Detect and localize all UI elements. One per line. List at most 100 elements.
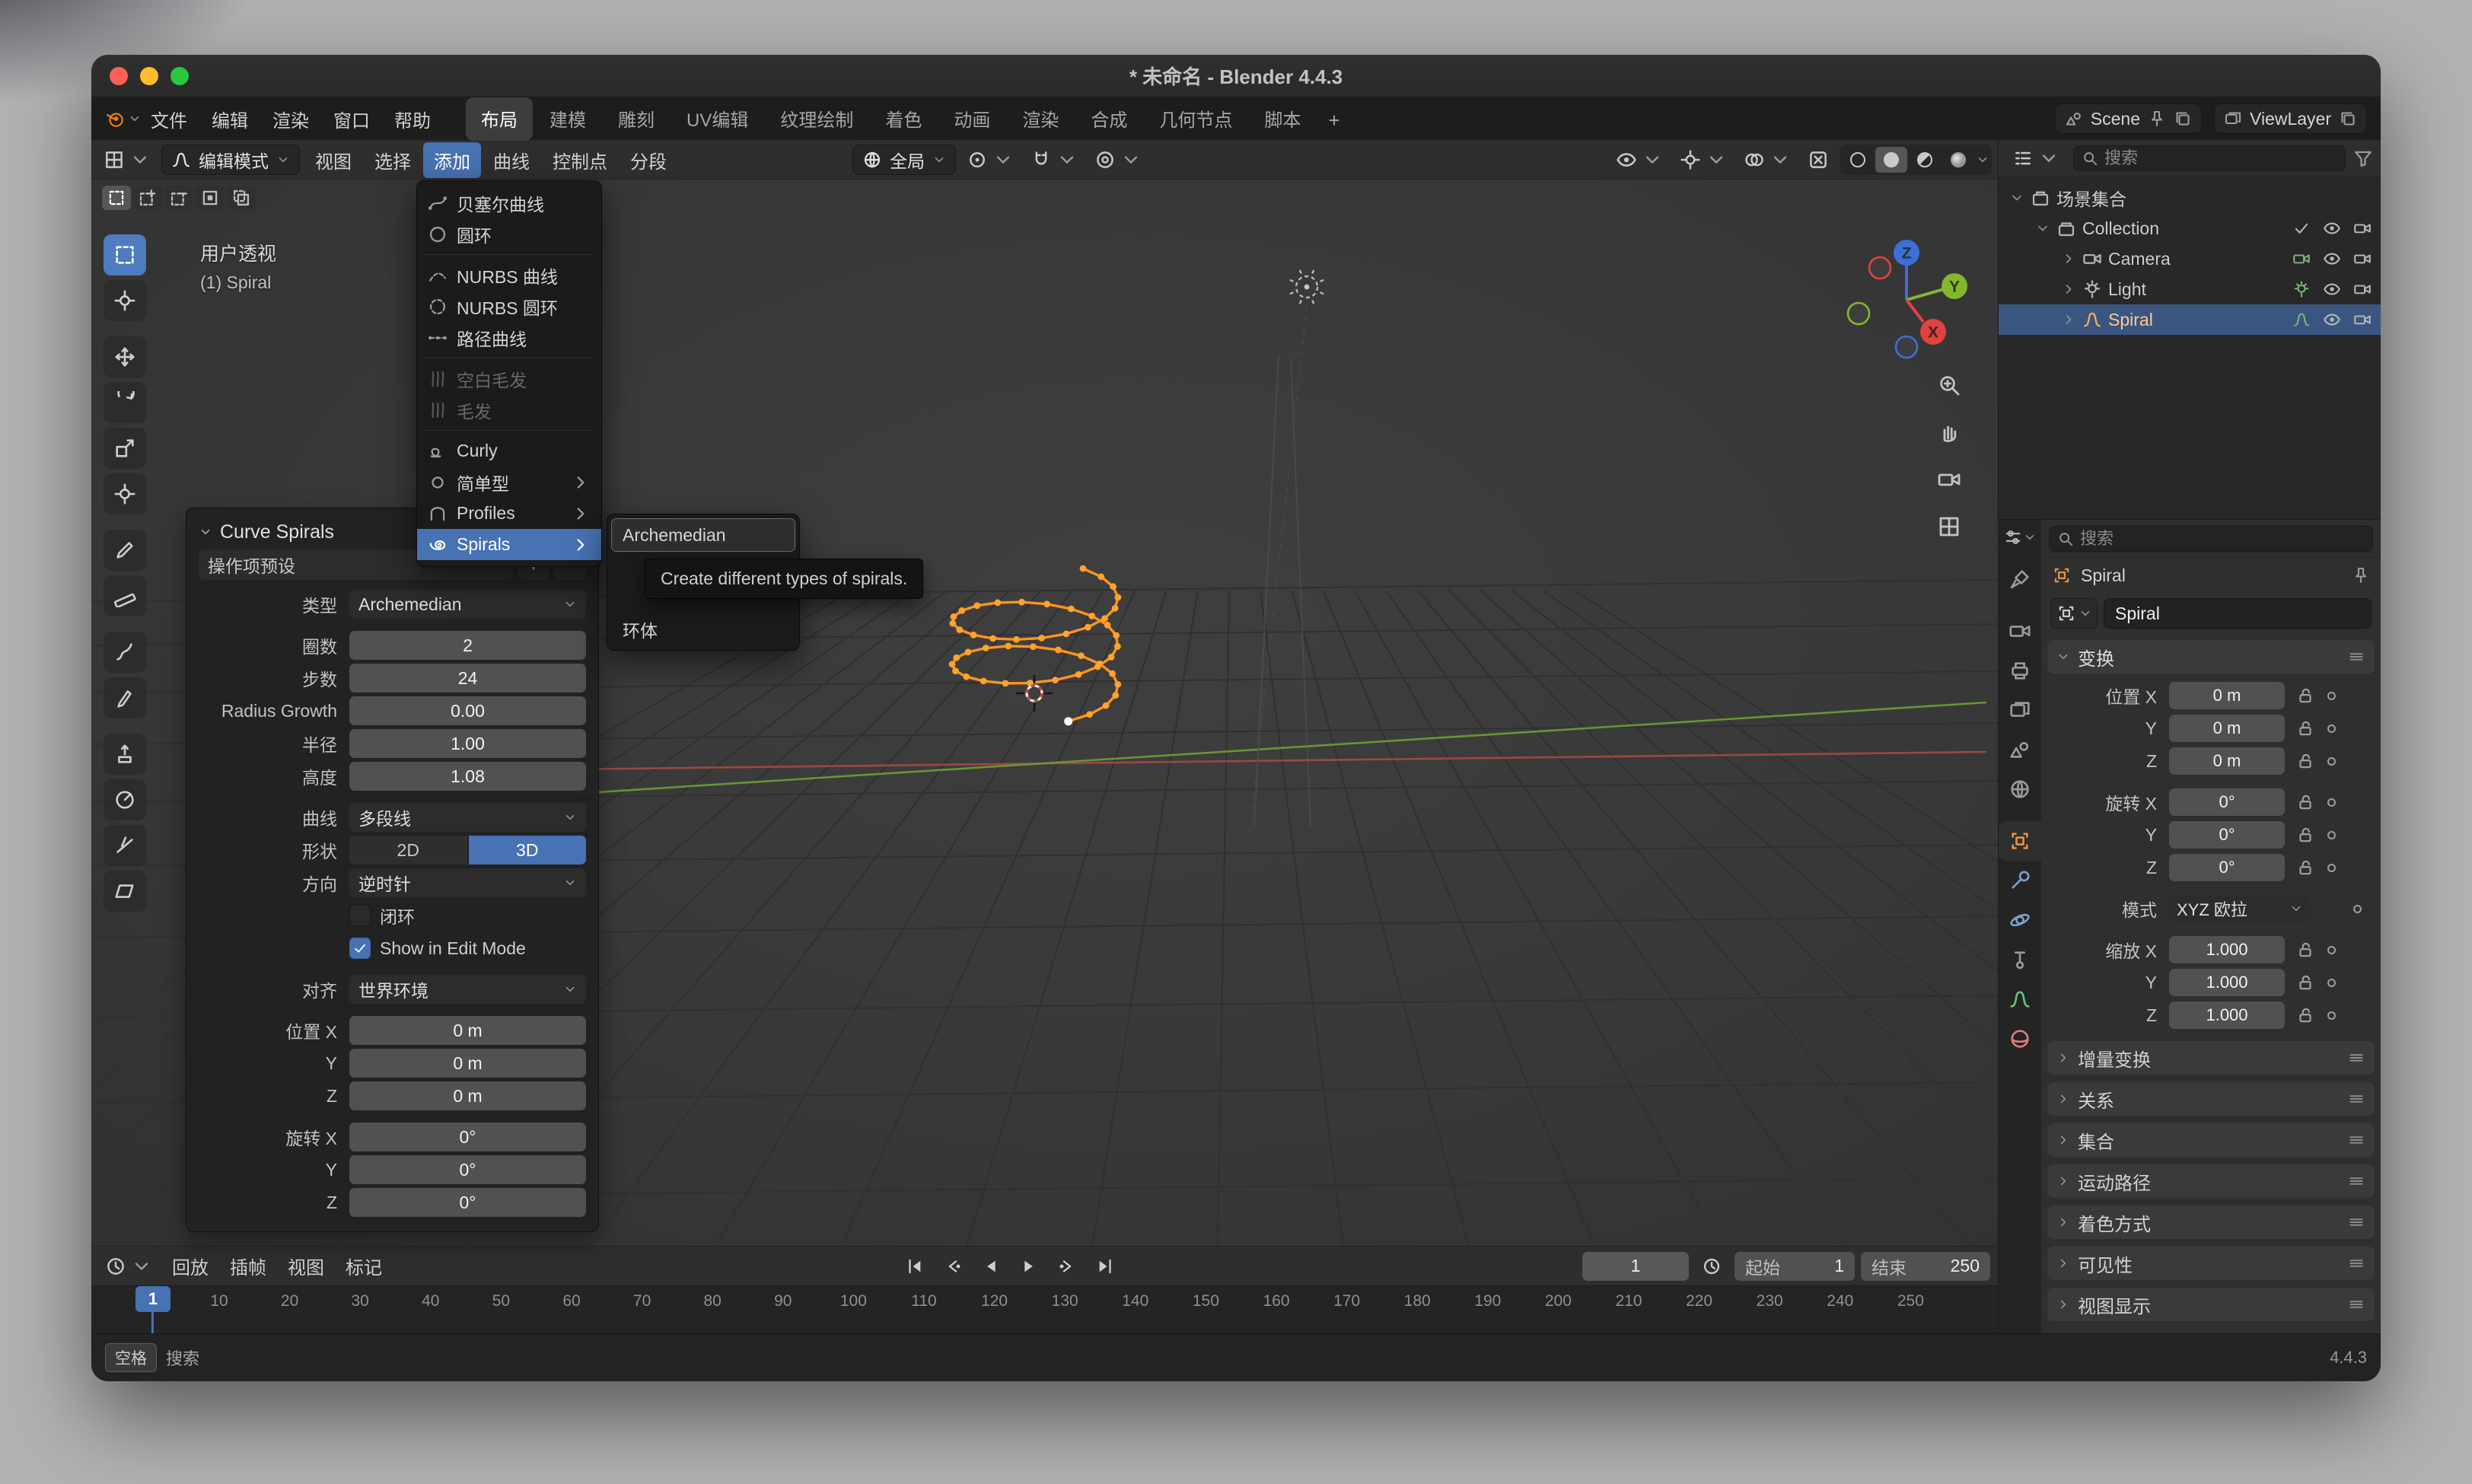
animate-property-dot[interactable]	[2327, 864, 2336, 872]
current-frame-marker[interactable]: 1	[135, 1286, 170, 1312]
workspace-tab[interactable]: 纹理绘制	[765, 97, 868, 141]
select-mode-intersect-button[interactable]	[227, 186, 256, 210]
tool-move[interactable]	[104, 336, 146, 377]
number-field-圈数[interactable]: 2	[349, 631, 586, 660]
menubar-item[interactable]: 窗口	[321, 101, 382, 137]
properties-search[interactable]	[2049, 526, 2373, 552]
animate-property-dot[interactable]	[2353, 905, 2362, 913]
next-keyframe-button[interactable]	[1050, 1251, 1084, 1282]
mode-dropdown[interactable]: 编辑模式	[161, 145, 300, 175]
frame-end-field[interactable]: 结束 250	[1861, 1252, 1990, 1281]
add-menu-item[interactable]: 贝塞尔曲线	[417, 187, 601, 218]
tool-scale[interactable]	[104, 428, 146, 469]
select-mode-extend-button[interactable]	[133, 186, 162, 210]
outliner-row-Collection[interactable]: Collection	[1999, 213, 2381, 244]
select-mode-invert-button[interactable]	[196, 186, 225, 210]
filter-icon[interactable]	[2353, 148, 2373, 168]
properties-tab-render[interactable]	[1999, 611, 2041, 651]
menubar-item[interactable]: 帮助	[382, 101, 443, 137]
outliner-search-input[interactable]	[2104, 148, 2337, 168]
shading-wireframe-button[interactable]	[1842, 147, 1874, 173]
add-menu-item[interactable]: 简单型	[417, 467, 601, 498]
number-field-Z[interactable]: 0°	[349, 1188, 586, 1217]
workspace-tab[interactable]: 渲染	[1007, 97, 1074, 141]
blender-logo-icon[interactable]	[105, 105, 139, 132]
workspace-tab[interactable]: 动画	[938, 97, 1005, 141]
animate-property-dot[interactable]	[2327, 798, 2336, 807]
animate-property-dot[interactable]	[2327, 946, 2336, 954]
workspace-tab[interactable]: 着色	[870, 97, 937, 141]
properties-tab-view-layer[interactable]	[1999, 690, 2041, 730]
number-field-半径[interactable]: 1.00	[349, 729, 586, 758]
shading-rendered-button[interactable]	[1942, 147, 1974, 173]
viewport-menu[interactable]: 添加	[423, 142, 481, 178]
number-field-旋转 X[interactable]: 0°	[349, 1123, 586, 1151]
properties-tab-tool[interactable]	[1999, 559, 2041, 599]
animate-property-dot[interactable]	[2327, 1011, 2336, 1020]
transform-value-field[interactable]: 0 m	[2169, 682, 2285, 709]
add-workspace-button[interactable]: +	[1317, 101, 1350, 140]
animate-property-dot[interactable]	[2327, 831, 2336, 839]
transform-value-field[interactable]: 1.000	[2169, 936, 2285, 963]
properties-editor-type-button[interactable]	[2003, 527, 2037, 547]
add-menu-item[interactable]: NURBS 圆环	[417, 291, 601, 322]
workspace-tab[interactable]: 几何节点	[1144, 97, 1247, 141]
outliner-editor-type-button[interactable]	[2006, 143, 2066, 174]
clock-icon[interactable]	[1695, 1251, 1728, 1282]
transform-value-field[interactable]: 0 m	[2169, 715, 2285, 742]
properties-panel-header[interactable]: 视图显示	[2047, 1288, 2375, 1321]
tool-measure[interactable]	[104, 575, 146, 616]
timeline-editor-type-button[interactable]	[99, 1251, 158, 1282]
pivot-dropdown[interactable]	[960, 145, 1020, 175]
viewport-menu[interactable]: 控制点	[542, 142, 618, 178]
scene-selector[interactable]: Scene	[2055, 103, 2202, 134]
viewlayer-selector[interactable]: ViewLayer	[2214, 103, 2367, 134]
tool-extrude[interactable]	[104, 734, 146, 775]
number-field-Y[interactable]: 0 m	[349, 1049, 586, 1078]
tool-tilt[interactable]	[104, 825, 146, 866]
animate-property-dot[interactable]	[2327, 979, 2336, 987]
properties-panel-header[interactable]: 增量变换	[2047, 1041, 2375, 1075]
properties-panel-header[interactable]: 着色方式	[2047, 1205, 2375, 1239]
workspace-tab[interactable]: 合成	[1075, 97, 1142, 141]
properties-tab-object[interactable]	[1999, 821, 2041, 861]
light-object[interactable]	[1290, 270, 1324, 304]
dropdown-曲线[interactable]: 多段线	[349, 803, 586, 832]
fullscreen-button[interactable]	[170, 67, 189, 85]
properties-tab-world[interactable]	[1999, 769, 2041, 809]
jump-to-end-button[interactable]	[1088, 1251, 1122, 1282]
overlays-dropdown[interactable]	[1738, 145, 1797, 175]
number-field-Y[interactable]: 0°	[349, 1155, 586, 1184]
add-menu-item[interactable]: 圆环	[417, 218, 601, 250]
outliner-search[interactable]	[2073, 145, 2346, 171]
properties-panel-header[interactable]: 可见性	[2047, 1247, 2375, 1280]
timeline-menu[interactable]: 标记	[335, 1248, 393, 1284]
properties-panel-header[interactable]: 集合	[2047, 1123, 2375, 1157]
gizmo-z-neg-axis[interactable]	[1896, 336, 1917, 358]
proportional-editing-dropdown[interactable]	[1088, 145, 1148, 175]
workspace-tab[interactable]: 建模	[534, 97, 601, 141]
timeline-menu[interactable]: 插帧	[219, 1248, 277, 1284]
animate-property-dot[interactable]	[2327, 692, 2336, 700]
id-type-button[interactable]	[2050, 598, 2098, 629]
menubar-item[interactable]: 编辑	[199, 101, 260, 137]
dropdown-对齐[interactable]: 世界环境	[349, 975, 586, 1004]
current-frame-field[interactable]: 1	[1582, 1252, 1689, 1281]
titlebar[interactable]: * 未命名 - Blender 4.4.3	[91, 55, 2381, 97]
visibility-dropdown[interactable]	[1610, 145, 1669, 175]
segment-2D-button[interactable]: 2D	[349, 836, 467, 865]
outliner-row-Light[interactable]: Light	[1999, 274, 2381, 304]
workspace-tab[interactable]: 脚本	[1249, 97, 1316, 141]
workspace-tab[interactable]: 布局	[466, 97, 533, 141]
submenu-item-torus[interactable]: 环体	[612, 613, 795, 645]
number-field-Radius Growth[interactable]: 0.00	[349, 696, 586, 725]
transform-value-field[interactable]: 0 m	[2169, 747, 2285, 775]
tool-draw[interactable]	[104, 632, 146, 673]
properties-tab-physics[interactable]	[1999, 900, 2041, 940]
shading-solid-button[interactable]	[1875, 147, 1907, 173]
animate-property-dot[interactable]	[2327, 757, 2336, 766]
tool-cursor[interactable]	[104, 280, 146, 321]
close-button[interactable]	[110, 67, 128, 85]
transform-value-field[interactable]: 0°	[2169, 788, 2285, 816]
workspace-tab[interactable]: UV编辑	[671, 97, 763, 141]
